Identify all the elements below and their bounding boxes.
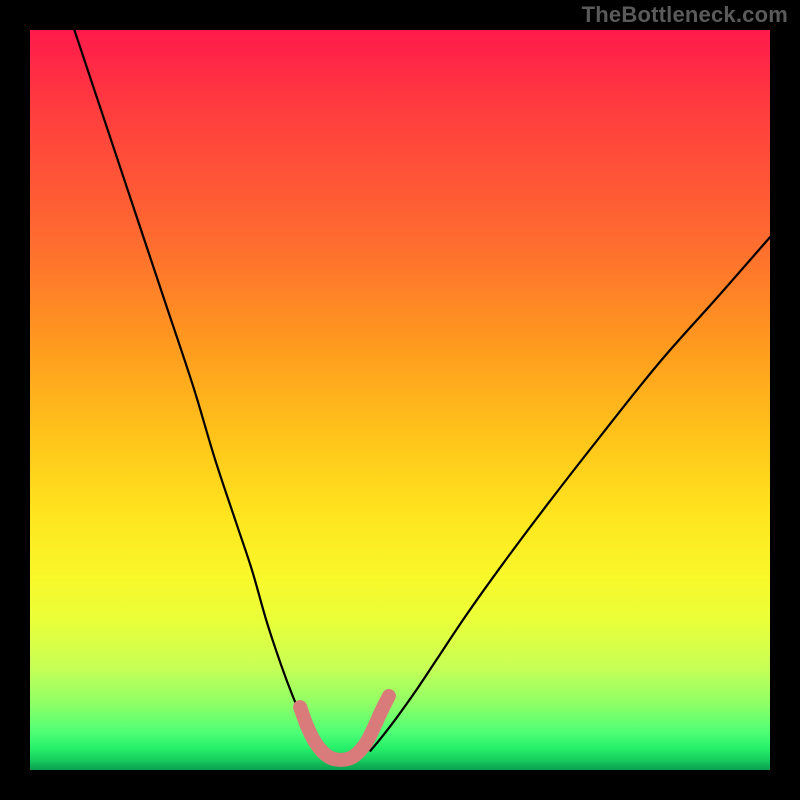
chart-overlay-svg	[30, 30, 770, 770]
curve-trough-highlight	[300, 696, 389, 760]
watermark-text: TheBottleneck.com	[582, 2, 788, 28]
curve-right-branch	[370, 237, 770, 751]
app-frame: TheBottleneck.com	[0, 0, 800, 800]
chart-plot-area	[30, 30, 770, 770]
curve-left-branch	[74, 30, 318, 751]
